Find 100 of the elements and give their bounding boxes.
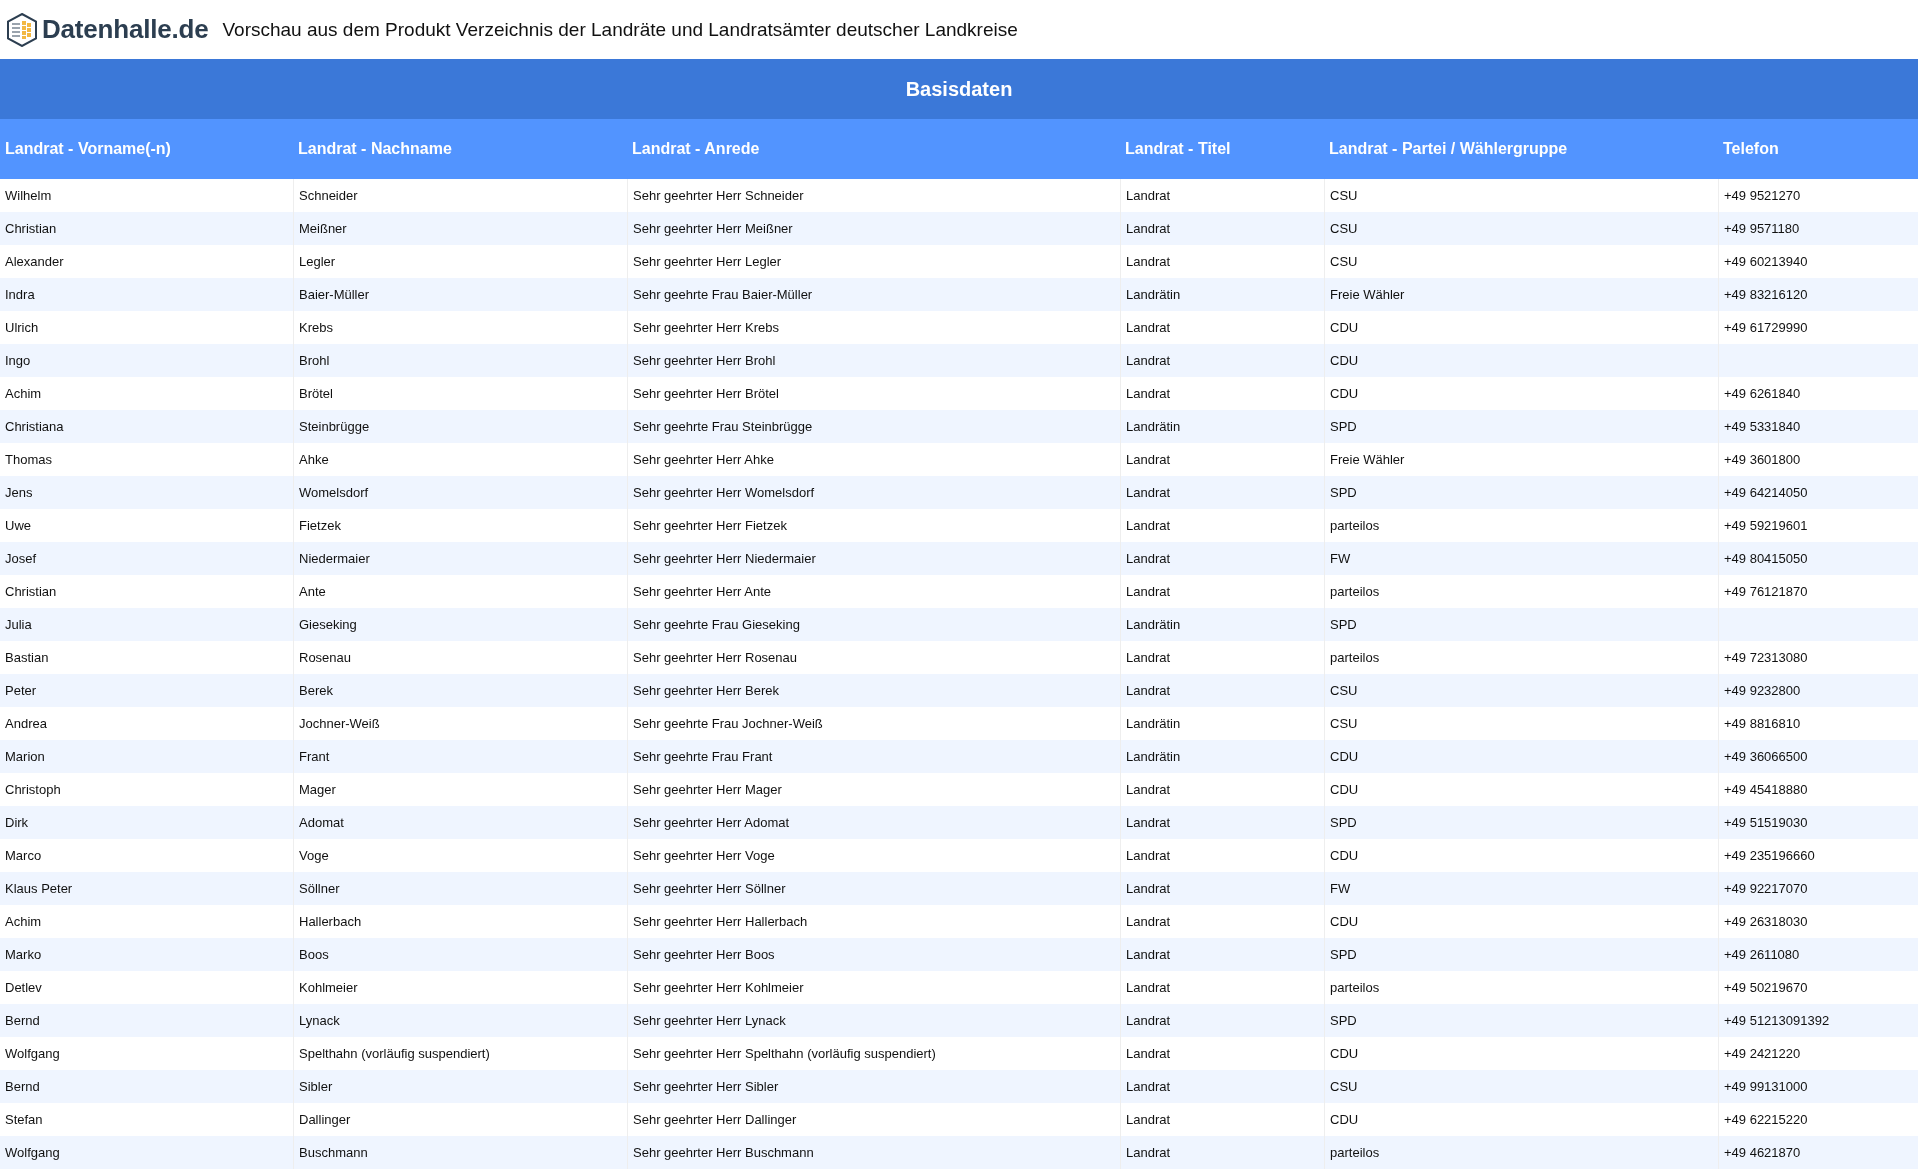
table-cell: Marion (0, 740, 293, 773)
table-cell: +49 9232800 (1718, 674, 1918, 707)
table-cell: CDU (1324, 344, 1718, 377)
table-cell: Sehr geehrter Herr Söllner (627, 872, 1120, 905)
table-cell: Landrätin (1120, 608, 1324, 641)
table-cell-text: Alexander (4, 253, 65, 271)
table-cell: Landrat (1120, 1070, 1324, 1103)
table-cell: FW (1324, 872, 1718, 905)
table-cell: +49 2611080 (1718, 938, 1918, 971)
table-cell: Sehr geehrter Herr Boos (627, 938, 1120, 971)
table-cell: Bernd (0, 1004, 293, 1037)
table-cell: FW (1324, 542, 1718, 575)
table-cell: Sibler (293, 1070, 627, 1103)
table-cell: Landrat (1120, 872, 1324, 905)
table-cell: Gieseking (293, 608, 627, 641)
table-cell: Söllner (293, 872, 627, 905)
table-cell: Sehr geehrte Frau Frant (627, 740, 1120, 773)
table-cell: Landrat (1120, 1004, 1324, 1037)
table-cell: Landrätin (1120, 410, 1324, 443)
table-cell-text: Ulrich (4, 319, 40, 337)
table-cell: Sehr geehrter Herr Lynack (627, 1004, 1120, 1037)
table-cell: Sehr geehrter Herr Niedermaier (627, 542, 1120, 575)
table-cell: Landrätin (1120, 278, 1324, 311)
table-cell: Christiana (0, 410, 293, 443)
table-cell: Jens (0, 476, 293, 509)
table-cell: SPD (1324, 1004, 1718, 1037)
table-cell-text: Andrea (4, 715, 48, 733)
table-cell: Peter (0, 674, 293, 707)
table-cell: Landrat (1120, 938, 1324, 971)
page-title: Vorschau aus dem Produkt Verzeichnis der Landräte und Landratsämter deutscher Landkreise (222, 18, 1018, 41)
table-cell: Klaus Peter (0, 872, 293, 905)
table-cell: +49 9571180 (1718, 212, 1918, 245)
table-cell: Brohl (293, 344, 627, 377)
table-cell: Indra (0, 278, 293, 311)
table-cell: Adomat (293, 806, 627, 839)
column-header: Landrat - Anrede (627, 119, 1120, 179)
table-cell: Landrat (1120, 1136, 1324, 1169)
table-cell-text: Detlev (4, 979, 43, 997)
table-cell: CSU (1324, 212, 1718, 245)
table-cell-text: Uwe (4, 517, 32, 535)
table-cell: Sehr geehrte Frau Steinbrügge (627, 410, 1120, 443)
table-cell: +49 83216120 (1718, 278, 1918, 311)
table-cell-text: Marco (4, 847, 43, 865)
table-cell: +49 36066500 (1718, 740, 1918, 773)
table-cell: Wolfgang (0, 1136, 293, 1169)
table-cell: SPD (1324, 410, 1718, 443)
table-cell: Sehr geehrter Herr Womelsdorf (627, 476, 1120, 509)
table-cell: parteilos (1324, 1136, 1718, 1169)
table-cell: Sehr geehrter Herr Berek (627, 674, 1120, 707)
table-cell: Landrätin (1120, 740, 1324, 773)
table-cell: Buschmann (293, 1136, 627, 1169)
table-cell: Sehr geehrte Frau Gieseking (627, 608, 1120, 641)
table-cell: Sehr geehrte Frau Baier-Müller (627, 278, 1120, 311)
column-header: Landrat - Titel (1120, 119, 1324, 179)
column-header: Telefon (1718, 119, 1918, 179)
table-cell-text: Stefan (4, 1111, 44, 1129)
table-cell: Josef (0, 542, 293, 575)
table-cell: Julia (0, 608, 293, 641)
table-cell-text: Thomas (4, 451, 53, 469)
table-cell: CDU (1324, 740, 1718, 773)
table-cell: Landrat (1120, 344, 1324, 377)
table-cell-text: Bastian (4, 649, 50, 667)
table-cell: SPD (1324, 806, 1718, 839)
table-cell-text: Wolfgang (4, 1045, 61, 1063)
table-cell: Berek (293, 674, 627, 707)
table-cell: +49 99131000 (1718, 1070, 1918, 1103)
table-cell: Sehr geehrter Herr Brohl (627, 344, 1120, 377)
column-header: Landrat - Partei / Wählergruppe (1324, 119, 1718, 179)
table-cell: Niedermaier (293, 542, 627, 575)
table-cell: Steinbrügge (293, 410, 627, 443)
table-cell: SPD (1324, 938, 1718, 971)
table-cell: Dirk (0, 806, 293, 839)
section-title: Basisdaten (0, 59, 1918, 119)
table-cell: Marko (0, 938, 293, 971)
table-cell: +49 5331840 (1718, 410, 1918, 443)
table-cell: Bernd (0, 1070, 293, 1103)
table-cell: Freie Wähler (1324, 278, 1718, 311)
table-cell: Landrat (1120, 476, 1324, 509)
table-cell: Lynack (293, 1004, 627, 1037)
logo-text: Datenhalle.de (42, 14, 209, 45)
table-cell: Landrat (1120, 212, 1324, 245)
table-cell: +49 64214050 (1718, 476, 1918, 509)
table-cell: Christian (0, 212, 293, 245)
table-cell: +49 80415050 (1718, 542, 1918, 575)
table-cell-text: Wilhelm (4, 187, 53, 205)
table-cell: SPD (1324, 476, 1718, 509)
table-cell: +49 51213091392 (1718, 1004, 1918, 1037)
table-cell: Sehr geehrter Herr Buschmann (627, 1136, 1120, 1169)
table-cell: CSU (1324, 1070, 1718, 1103)
table-cell: SPD (1324, 608, 1718, 641)
logo-icon (6, 12, 38, 47)
table-cell: +49 4621870 (1718, 1136, 1918, 1169)
table-cell: Boos (293, 938, 627, 971)
column-header: Landrat - Vorname(-n) (0, 119, 293, 179)
table-cell-text: Christoph (4, 781, 62, 799)
table-cell: Frant (293, 740, 627, 773)
table-cell: +49 51519030 (1718, 806, 1918, 839)
table-cell: Sehr geehrter Herr Meißner (627, 212, 1120, 245)
column-header: Landrat - Nachname (293, 119, 627, 179)
table-cell: Landrat (1120, 806, 1324, 839)
